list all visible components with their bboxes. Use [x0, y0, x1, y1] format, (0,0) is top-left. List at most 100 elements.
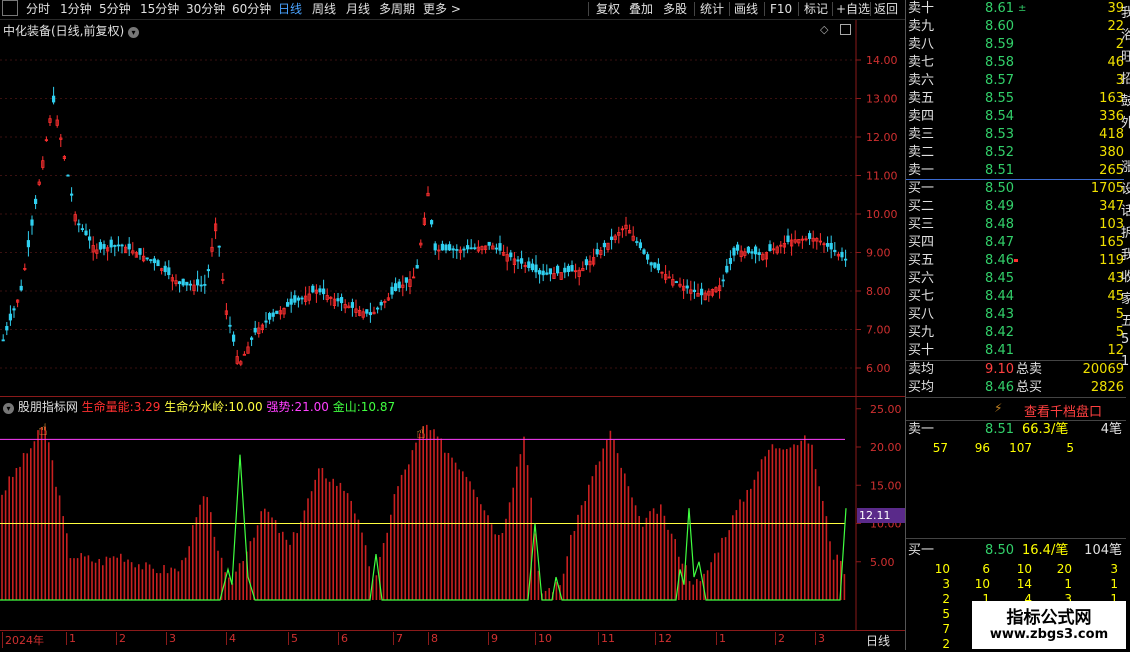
ask-row[interactable]: 卖五 8.55 163 [906, 90, 1124, 108]
bid-row[interactable]: 买七 8.44 45 [906, 288, 1124, 306]
avg-buy-label: 买均 [908, 380, 935, 395]
draw-line-button[interactable]: 画线 [734, 1, 758, 17]
tick-value: 107 [1009, 441, 1032, 455]
candle-body [167, 267, 171, 276]
fuquan-button[interactable]: 复权 [596, 1, 620, 17]
candle-body [379, 301, 383, 306]
divider [694, 2, 695, 16]
tab-15min[interactable]: 15分钟 [140, 1, 179, 17]
chevron-down-icon[interactable]: ▾ [3, 403, 14, 414]
ask-row[interactable]: 卖十 8.61 39 ± [906, 0, 1124, 18]
legend-label-jinshan: 金山: [332, 400, 361, 414]
tab-more[interactable]: 更多 > [423, 1, 461, 17]
candle-body [556, 265, 560, 274]
level-label: 卖三 [908, 127, 935, 142]
candle-body [98, 242, 102, 250]
ask-row[interactable]: 卖九 8.60 22 [906, 18, 1124, 36]
tab-1min[interactable]: 1分钟 [60, 1, 92, 17]
overlay-button[interactable]: 叠加 [629, 1, 653, 17]
bid-row[interactable]: 买六 8.45 43 [906, 270, 1124, 288]
bid-row[interactable]: 买九 8.42 5 [906, 324, 1124, 342]
candle-body [768, 244, 772, 251]
candle-body [311, 285, 315, 293]
candle-body [318, 288, 322, 293]
x-tick-label: 7 [393, 632, 403, 645]
ask-row[interactable]: 卖四 8.54 336 [906, 108, 1124, 126]
tab-daily[interactable]: 日线 [278, 1, 302, 17]
tab-weekly[interactable]: 周线 [312, 1, 336, 17]
total-sell-value: 20069 [1082, 362, 1124, 377]
candle-body [444, 244, 448, 251]
sell1-per: 66.3/笔 [1022, 422, 1069, 437]
tab-5min[interactable]: 5分钟 [99, 1, 131, 17]
chevron-down-icon[interactable]: ▾ [128, 27, 140, 38]
stats-button[interactable]: 统计 [700, 1, 724, 17]
ask-row[interactable]: 卖六 8.57 3 [906, 72, 1124, 90]
bid-row[interactable]: 买三 8.48 103 [906, 216, 1124, 234]
candle-body [602, 242, 607, 248]
tab-monthly[interactable]: 月线 [346, 1, 370, 17]
candle-body [685, 285, 689, 289]
bid-row[interactable]: 买五 8.46 119 [906, 252, 1124, 270]
mark-button[interactable]: 标记 [804, 1, 828, 17]
price-axis: 14.00 13.00 12.00 11.00 10.00 9.00 8.00 7.00 6.0… [856, 54, 898, 375]
indicator-legend: ▾ 股朋指标网 生命量能:3.29 生命分水岭:10.00 强势:21.00 金… [3, 398, 395, 415]
bid-row[interactable]: 买一 8.50 1705 [906, 180, 1124, 198]
level-label: 卖六 [908, 73, 935, 88]
tick-value: 10 [974, 577, 990, 591]
diamond-icon[interactable]: ◇ [820, 23, 828, 36]
candle-body [487, 241, 491, 246]
ask-row[interactable]: 卖二 8.52 380 [906, 144, 1124, 162]
multi-stock-button[interactable]: 多股 [663, 1, 687, 17]
ask-row[interactable]: 卖八 8.59 2 [906, 36, 1124, 54]
f10-button[interactable]: F10 [770, 1, 792, 17]
ask-row[interactable]: 卖三 8.53 418 [906, 126, 1124, 144]
level-price: 8.60 [985, 19, 1014, 34]
candle-body [185, 281, 189, 286]
legend-value-jinshan: 10.87 [360, 400, 396, 414]
tab-30min[interactable]: 30分钟 [186, 1, 225, 17]
window-icon[interactable] [2, 0, 18, 16]
candle-body [1, 339, 5, 342]
indicator-chart[interactable]: 25.00 20.00 15.00 10.00 5.00 [0, 397, 905, 630]
bid-row[interactable]: 买二 8.49 347 [906, 198, 1124, 216]
candle-body [700, 288, 704, 296]
candle-body [271, 312, 275, 317]
candle-body [365, 309, 369, 314]
bid-row[interactable]: 买四 8.47 165 [906, 234, 1124, 252]
candle-body [541, 270, 545, 276]
add-watchlist-button[interactable]: +自选 [836, 1, 870, 17]
y-tick-label: 14.00 [866, 54, 898, 67]
candle-body [826, 243, 830, 247]
tick-value: 6 [982, 562, 990, 576]
level-label: 卖九 [908, 19, 935, 34]
level-price: 8.45 [985, 271, 1014, 286]
candle-body [70, 193, 74, 196]
depth-button[interactable]: ⚡ 查看千档盘口 [906, 397, 1126, 421]
x-axis: 2024年 1 2 3 4 5 6 7 8 9 10 11 12 1 2 3 日线 [0, 630, 905, 651]
candle-body [447, 244, 452, 251]
tab-60min[interactable]: 60分钟 [232, 1, 271, 17]
candlestick-chart[interactable]: 14.00 13.00 12.00 11.00 10.00 9.00 8.00 7.00 6.0… [0, 20, 905, 396]
tick-value: 96 [974, 441, 990, 455]
candle-body [149, 259, 153, 262]
tick-value: 3 [942, 577, 950, 591]
tick-value: 2 [942, 592, 950, 606]
tab-multi-period[interactable]: 多周期 [379, 1, 415, 17]
candle-body [563, 267, 567, 273]
indicator-name: 股朋指标网 [17, 400, 78, 414]
back-button[interactable]: 返回 [874, 1, 898, 17]
candle-body [721, 279, 725, 282]
bid-row[interactable]: 买八 8.43 5 [906, 306, 1124, 324]
ask-row[interactable]: 卖七 8.58 46 [906, 54, 1124, 72]
candle-body [754, 246, 758, 255]
ask-row[interactable]: 卖一 8.51 265 [906, 162, 1124, 180]
y-tick-label: 12.00 [866, 131, 898, 144]
bid-row[interactable]: 买十 8.41 12 [906, 342, 1124, 360]
tab-fenshi[interactable]: 分时 [26, 1, 50, 17]
total-buy-label: 总买 [1016, 380, 1043, 395]
level-label: 买一 [908, 181, 935, 196]
candle-body [138, 248, 142, 255]
candle-body [465, 245, 470, 250]
panel-toggle-icon[interactable] [840, 24, 851, 35]
